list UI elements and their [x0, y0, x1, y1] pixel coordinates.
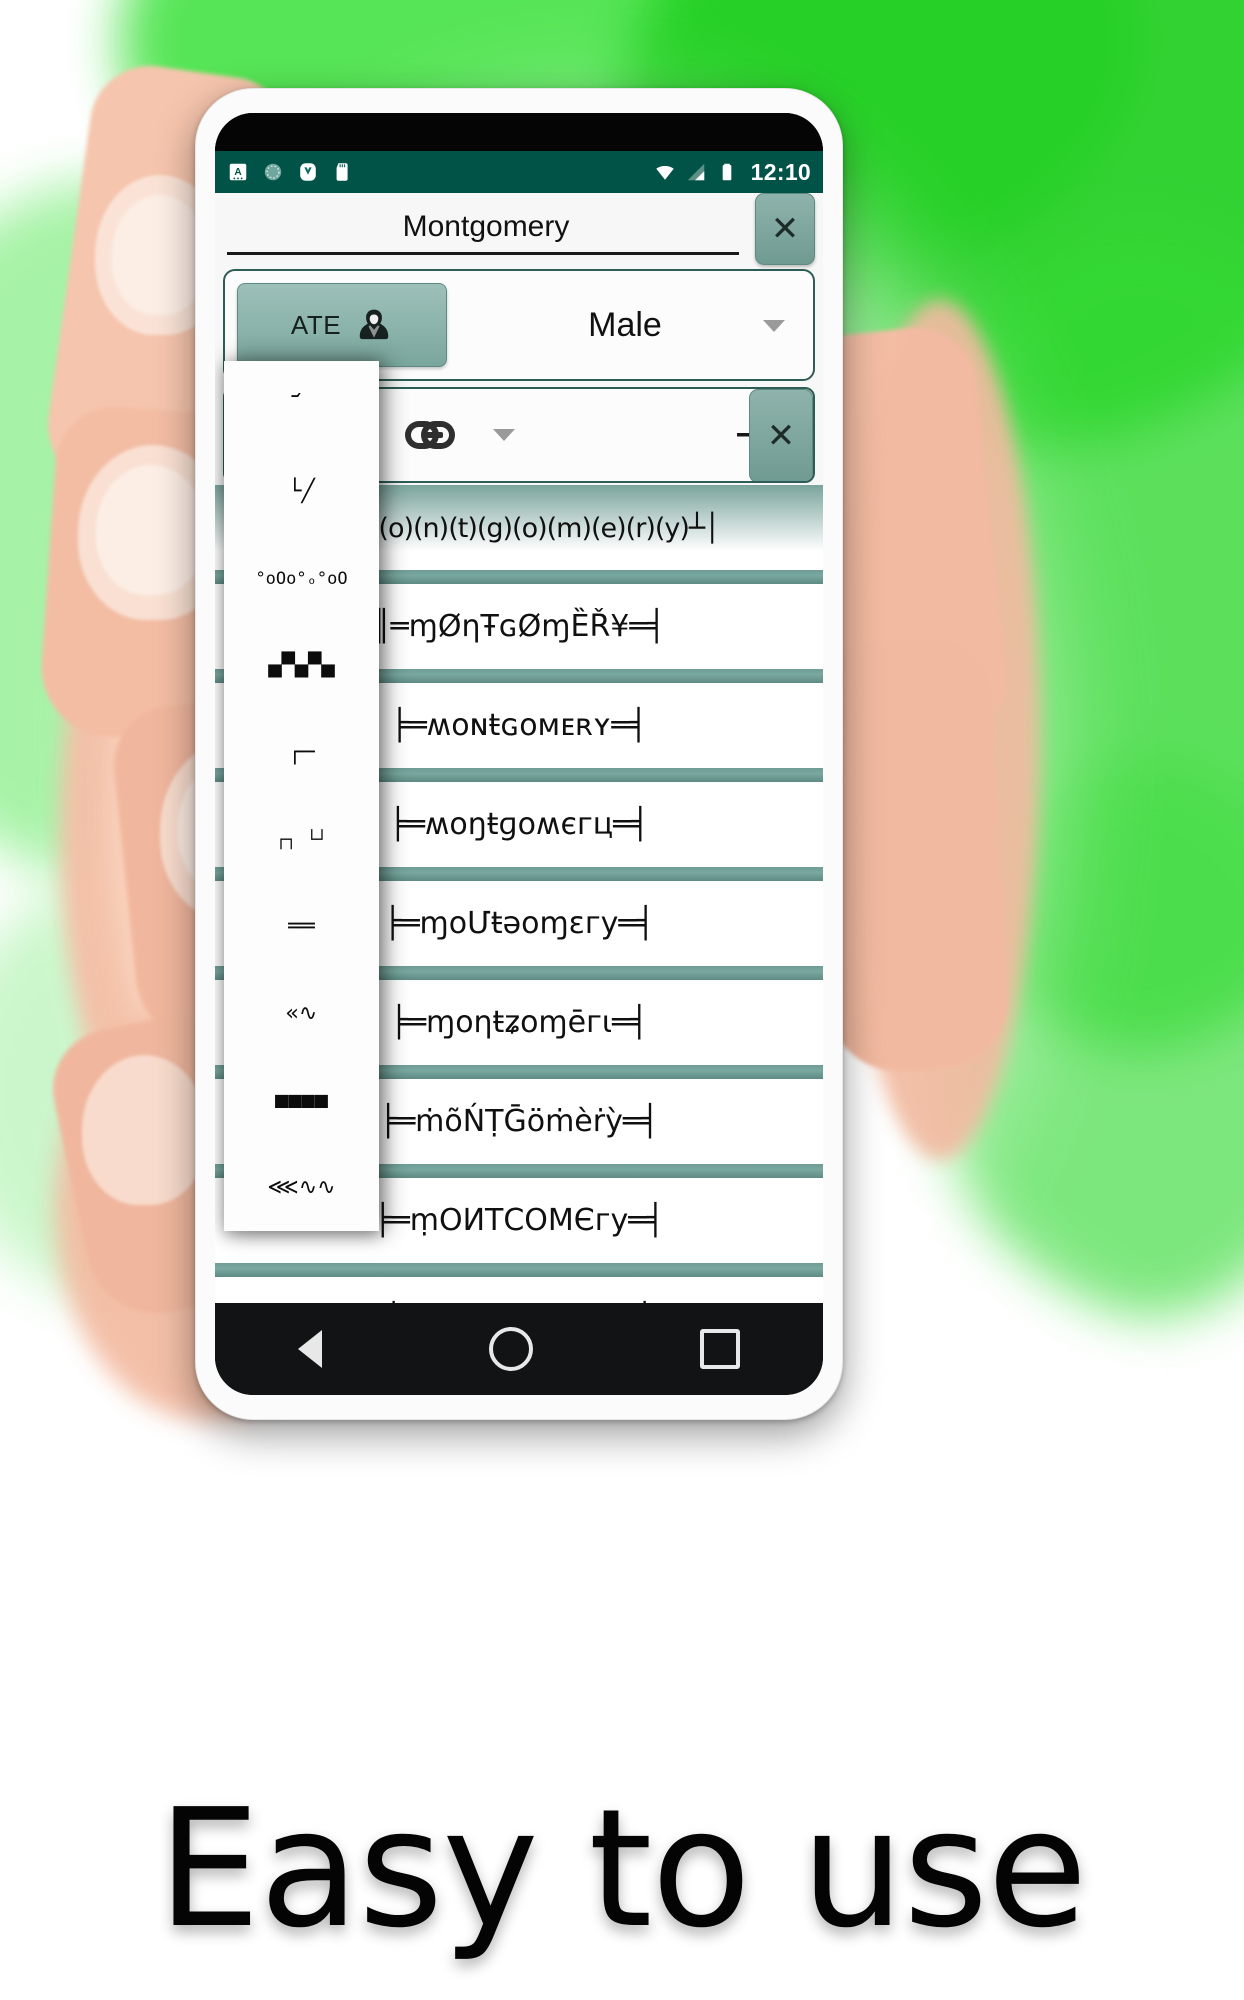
phone-inner-bezel: A 12:10 Montgomery ✕ ATE Male ✕ ๏(m)(o)(… [215, 113, 823, 1395]
person-icon [359, 309, 389, 340]
status-bar-right-icons: 12:10 [654, 159, 811, 186]
result-row-text: ╞═ʍᴏŋŧɡᴏʍєгц═╡ [388, 807, 650, 842]
generate-button-label: ATE [290, 309, 342, 340]
result-row-text: ╞═ɱoՄŧəᴏɱεгу═╡ [383, 906, 655, 941]
filled-squares-symbol[interactable]: ■■■■ [224, 1057, 379, 1144]
result-row-text: ╢═ɱØƞŦɢØɱȄŘ¥═╡ [372, 609, 666, 644]
search-field-wrap [225, 193, 747, 265]
corner-bracket-symbol[interactable]: ┌─ [224, 709, 379, 796]
chain-link-icon[interactable] [399, 415, 467, 455]
zigzag-wave-symbol[interactable]: ᷄᷄᷄᷄ [224, 361, 379, 448]
keyboard-indicator-icon: A [229, 163, 247, 181]
decoration-next-chevron-down-icon[interactable] [493, 429, 515, 441]
android-navigation-bar [215, 1303, 823, 1395]
angle-slash-symbol[interactable]: └╱ [224, 448, 379, 535]
nail-middle-shine [96, 465, 206, 595]
result-row[interactable]: ╞═моитфомэяу́═╡ [215, 1277, 823, 1303]
sync-circle-icon [264, 163, 282, 181]
cellular-signal-icon [687, 163, 704, 181]
right-hand-edge [840, 300, 1040, 1160]
chevron-down-icon [763, 320, 785, 332]
nail-index-shine [112, 195, 207, 315]
symbol-drawer-panel[interactable]: ᷄᷄᷄᷄└╱°oOo°ₒ°oO▄▀▄▀▄┌─┌┐ └┘══«∿■■■■⋘∿∿≡┬… [224, 361, 379, 1231]
result-separator [215, 1263, 823, 1277]
search-bar: ✕ [215, 193, 823, 265]
recents-square-icon[interactable] [699, 1329, 740, 1369]
status-bar-time: 12:10 [750, 158, 811, 185]
nail-pinky [82, 1055, 207, 1205]
status-bar-left-icons: A [227, 161, 354, 183]
svg-text:A: A [234, 167, 242, 178]
phone-top-bezel [215, 113, 823, 151]
stacked-brackets-symbol[interactable]: ┌┐ └┘ [224, 796, 379, 883]
result-row-text: ╞═ɱoƞŧʑoɱēгɩ═╡ [389, 1005, 649, 1040]
shield-check-icon [300, 163, 316, 181]
generate-button[interactable]: ATE [237, 283, 447, 367]
gender-dropdown[interactable]: Male [447, 306, 813, 345]
result-row-text: ╞═ṁõŃṬḠöṁèṙỳ═╡ [379, 1104, 659, 1139]
decoration-clear-button[interactable]: ✕ [749, 389, 813, 481]
double-arrow-wave-symbol[interactable]: ⋘∿∿ [224, 1144, 379, 1231]
phone-device: A 12:10 Montgomery ✕ ATE Male ✕ ๏(m)(o)(… [195, 88, 843, 1420]
result-row-text: ╞═ṃΟИТСΟΜЄгу═╡ [373, 1203, 665, 1238]
double-bar-symbol[interactable]: ══ [224, 883, 379, 970]
status-bar: A 12:10 [215, 151, 823, 193]
phone-screen: A 12:10 Montgomery ✕ ATE Male ✕ ๏(m)(o)(… [215, 151, 823, 1303]
wifi-icon [655, 165, 674, 180]
sd-card-icon [336, 163, 348, 181]
search-clear-button[interactable]: ✕ [755, 193, 815, 265]
search-input[interactable] [225, 208, 747, 250]
home-circle-icon[interactable] [488, 1327, 533, 1371]
battery-icon [722, 163, 731, 181]
arrow-wave-symbol[interactable]: «∿ [224, 970, 379, 1057]
checker-blocks-symbol[interactable]: ▄▀▄▀▄ [224, 622, 379, 709]
result-row-text: ╞═ʍᴏɴŧɢᴏᴍᴇʀʏ═╡ [390, 708, 648, 743]
promo-tagline: Easy to use [157, 1775, 1087, 1964]
gender-dropdown-value: Male [588, 305, 662, 344]
back-triangle-icon[interactable] [298, 1330, 323, 1368]
search-underline [227, 252, 739, 255]
bubble-dots-symbol[interactable]: °oOo°ₒ°oO [224, 535, 379, 622]
